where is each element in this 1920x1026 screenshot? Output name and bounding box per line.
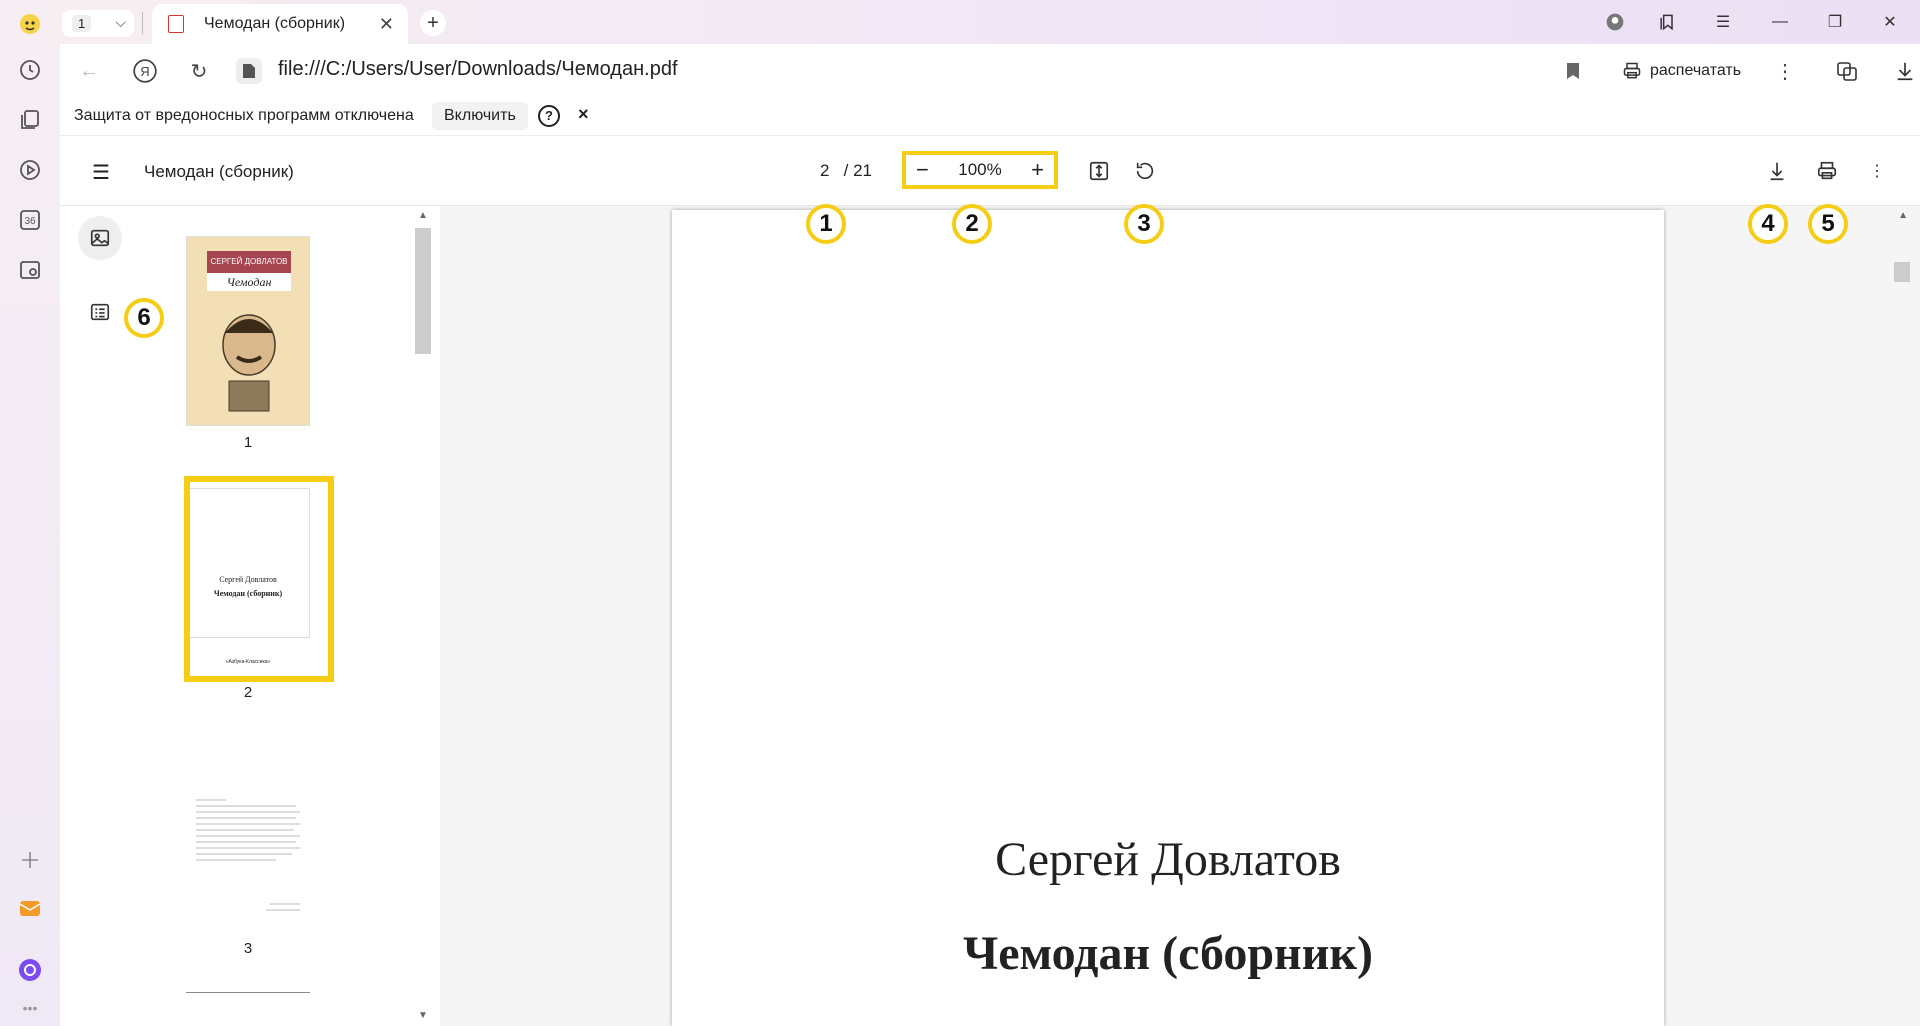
printer-icon xyxy=(1623,62,1641,79)
total-pages: / 21 xyxy=(843,161,872,180)
marker-3: 3 xyxy=(1124,204,1164,244)
zoom-out-button[interactable]: − xyxy=(916,157,929,183)
thumbnail-label-3: 3 xyxy=(243,940,253,957)
pdf-toolbar: ☰ Чемодан (сборник) 2 / 21 − 100% + ⋮ xyxy=(60,136,1920,206)
tab-count: 1 xyxy=(72,15,92,32)
file-icon[interactable] xyxy=(236,58,262,84)
browser-sidebar: 36 ••• xyxy=(0,0,60,1026)
print-button[interactable]: распечатать xyxy=(1622,56,1741,86)
cover-author: СЕРГЕЙ ДОВЛАТОВ xyxy=(207,251,291,273)
chevron-down-icon: ⌵ xyxy=(115,14,126,30)
mail-icon[interactable] xyxy=(14,892,46,924)
more-options-icon[interactable]: ⋮ xyxy=(1770,56,1800,86)
history-icon[interactable] xyxy=(14,54,46,86)
marker-1: 1 xyxy=(806,204,846,244)
minimize-icon[interactable]: — xyxy=(1765,10,1795,34)
pdf-more-options-icon[interactable]: ⋮ xyxy=(1862,156,1892,186)
calendar-36-icon[interactable]: 36 xyxy=(14,204,46,236)
help-icon[interactable]: ? xyxy=(538,105,560,127)
svg-text:36: 36 xyxy=(24,216,36,227)
alice-assistant-icon[interactable] xyxy=(14,954,46,986)
translate-icon[interactable] xyxy=(1832,56,1862,86)
reload-button[interactable]: ↻ xyxy=(184,56,214,86)
zoom-in-button[interactable]: + xyxy=(1031,157,1044,183)
marker-2: 2 xyxy=(952,204,992,244)
cover-title: Чемодан xyxy=(207,273,291,291)
thumb3-text-lines xyxy=(196,799,300,911)
current-page-input[interactable]: 2 xyxy=(820,161,829,180)
thumbnail-page-1[interactable]: СЕРГЕЙ ДОВЛАТОВ Чемодан xyxy=(186,236,310,426)
close-warning-icon[interactable]: × xyxy=(578,104,589,125)
zoom-controls: − 100% + xyxy=(902,151,1058,189)
tab-group-switcher[interactable]: 1 ⌵ xyxy=(62,10,134,37)
thumbnail-scrollbar[interactable] xyxy=(415,228,431,354)
url-field[interactable]: file:///C:/Users/User/Downloads/Чемодан.… xyxy=(278,58,678,81)
pdf-page: Сергей Довлатов Чемодан (сборник) xyxy=(672,210,1664,1026)
marker-6: 6 xyxy=(124,298,164,338)
bookmarks-icon[interactable] xyxy=(1652,10,1682,34)
thumbnail-highlight xyxy=(184,476,334,682)
svg-text:Я: Я xyxy=(140,64,149,79)
marker-4: 4 xyxy=(1748,204,1788,244)
page-author: Сергей Довлатов xyxy=(995,833,1341,886)
page-book-title: Чемодан (сборник) xyxy=(962,927,1374,980)
bookmark-icon[interactable] xyxy=(1558,56,1588,86)
security-warning-bar: Защита от вредоносных программ отключена… xyxy=(60,96,1920,136)
scroll-down-icon[interactable]: ▼ xyxy=(418,1010,428,1021)
close-window-icon[interactable]: ✕ xyxy=(1875,10,1905,34)
hamburger-menu-icon[interactable]: ☰ xyxy=(92,160,110,185)
profile-icon[interactable] xyxy=(1600,10,1630,34)
screenshot-icon[interactable] xyxy=(14,254,46,286)
warning-message: Защита от вредоносных программ отключена xyxy=(74,107,414,124)
address-bar: ← Я ↻ file:///C:/Users/User/Downloads/Че… xyxy=(60,44,1920,96)
back-button[interactable]: ← xyxy=(74,56,104,86)
page-indicator: 2 / 21 xyxy=(820,161,872,181)
more-apps-icon[interactable]: ••• xyxy=(14,992,46,1024)
thumbnail-label-1: 1 xyxy=(243,434,253,451)
menu-icon[interactable]: ☰ xyxy=(1708,10,1738,34)
yandex-home-button[interactable]: Я xyxy=(130,56,160,86)
restore-icon[interactable]: ❐ xyxy=(1820,10,1850,34)
pdf-viewer: Сергей Довлатов Чемодан (сборник) ▲ xyxy=(440,206,1920,1026)
viewer-scrollbar[interactable] xyxy=(1894,262,1910,282)
tab-title: Чемодан (сборник) xyxy=(204,15,346,32)
thumbnails-view-icon[interactable] xyxy=(78,216,122,260)
marker-5: 5 xyxy=(1808,204,1848,244)
zoom-level[interactable]: 100% xyxy=(958,160,1001,180)
tab-separator xyxy=(142,12,143,34)
document-title: Чемодан (сборник) xyxy=(144,162,294,181)
video-icon[interactable] xyxy=(14,154,46,186)
fit-to-page-icon[interactable] xyxy=(1084,156,1114,186)
enable-protection-button[interactable]: Включить xyxy=(432,102,528,130)
browser-logo-icon[interactable] xyxy=(14,8,46,40)
download-pdf-icon[interactable] xyxy=(1762,156,1792,186)
thumbnail-label-2: 2 xyxy=(243,684,253,701)
add-panel-icon[interactable] xyxy=(14,844,46,876)
tab-bar: 1 ⌵ Чемодан (сборник) ✕ + ☰ — ❐ ✕ xyxy=(60,0,1920,44)
thumbnail-page-4[interactable] xyxy=(186,992,310,1026)
cover-caricature-image xyxy=(222,314,276,412)
scroll-up-icon[interactable]: ▲ xyxy=(418,210,428,221)
outline-view-icon[interactable] xyxy=(78,290,122,334)
rotate-icon[interactable] xyxy=(1130,156,1160,186)
thumbnail-page-3[interactable] xyxy=(186,736,310,926)
print-pdf-icon[interactable] xyxy=(1812,156,1842,186)
tab-active[interactable]: Чемодан (сборник) ✕ xyxy=(152,4,408,44)
print-label: распечатать xyxy=(1650,62,1742,79)
downloads-icon[interactable] xyxy=(1890,56,1920,86)
close-tab-icon[interactable]: ✕ xyxy=(379,14,394,35)
new-tab-button[interactable]: + xyxy=(420,10,446,36)
collections-icon[interactable] xyxy=(14,104,46,136)
pdf-content-area: СЕРГЕЙ ДОВЛАТОВ Чемодан 1 Сергей Довлато… xyxy=(60,206,1920,1026)
viewer-scroll-up-icon[interactable]: ▲ xyxy=(1898,210,1908,221)
pdf-file-icon xyxy=(168,15,184,33)
